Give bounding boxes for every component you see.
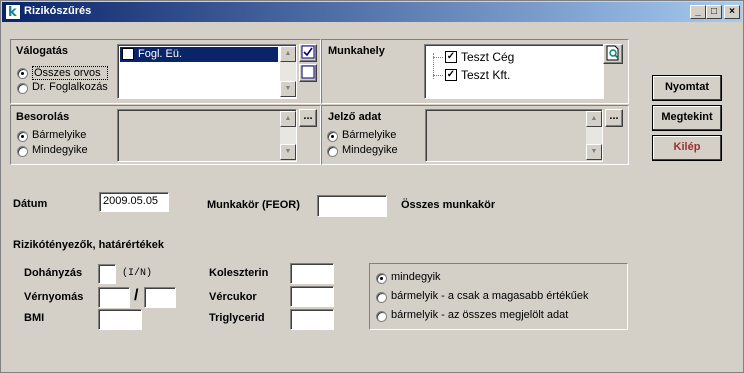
valogatas-title: Válogatás [16,45,68,57]
besorolas-browse-button[interactable]: ... [299,109,317,127]
radio-osszes-orvos[interactable] [17,68,28,79]
window-title: Rizikószűrés [24,5,92,17]
title-bar[interactable]: k Rizikószűrés _ □ × [2,2,742,22]
radio-barmelyik-osszes[interactable] [376,311,387,322]
valogatas-scrollbar[interactable]: ▲ ▼ [280,46,296,97]
list-item-selected[interactable]: ✓ Fogl. Eü. [120,47,278,62]
uncheck-all-icon [301,65,315,79]
munkahely-tree[interactable]: ✓ Teszt Cég ✓ Teszt Kft. [424,44,604,99]
checkbox-teszt-ceg-icon[interactable]: ✓ [445,51,457,63]
main-window: k Rizikószűrés _ □ × Válogatás Összes or… [0,0,744,373]
maximize-button[interactable]: □ [706,5,722,19]
vernyomas-separator: / [134,287,139,304]
jelzo-title: Jelző adat [328,111,382,123]
tree-line [433,75,443,76]
deselect-all-button[interactable] [299,64,317,82]
tree-item-teszt-ceg[interactable]: Teszt Cég [461,50,514,64]
radio-besorolas-barmelyike-label[interactable]: Bármelyike [32,129,86,141]
scroll-up-icon[interactable]: ▲ [280,46,296,62]
vernyomas-label: Vérnyomás [24,291,84,303]
search-button[interactable] [603,44,623,64]
ellipsis-icon: ... [609,110,619,122]
select-all-button[interactable] [299,44,317,62]
ellipsis-icon: ... [303,110,313,122]
radio-barmelyik-osszes-label[interactable]: bármelyik - az összes megjelölt adat [391,309,568,321]
dohanyzas-hint: (I/N) [122,268,153,279]
risk-title: Rizikótényezők, határértékek [13,239,165,251]
munkakor-label: Munkakör (FEOR) [207,199,300,211]
besorolas-panel: Besorolás Bármelyike Mindegyike ▲ ▼ ... [10,105,321,165]
exit-button[interactable]: Kilép [652,135,722,161]
scroll-down-icon[interactable]: ▼ [280,144,296,160]
search-document-icon [606,45,619,61]
scroll-up-icon[interactable]: ▲ [586,111,602,127]
minimize-icon: _ [695,6,701,17]
radio-jelzo-mindegyike[interactable] [327,146,338,157]
munkahely-title: Munkahely [328,45,385,57]
triglycerid-label: Triglycerid [209,312,265,324]
dohanyzas-input[interactable] [98,264,116,284]
close-button[interactable]: × [724,5,740,19]
scroll-down-icon[interactable]: ▼ [586,144,602,160]
radio-besorolas-mindegyike[interactable] [17,146,28,157]
jelzo-list[interactable]: ▲ ▼ [425,109,603,162]
filter-mode-group: mindegyik bármelyik - a csak a magasabb … [369,263,628,330]
besorolas-list[interactable]: ▲ ▼ [117,109,297,162]
dohanyzas-label: Dohányzás [24,267,83,279]
checkbox-checked-icon[interactable]: ✓ [122,48,134,60]
besorolas-scrollbar[interactable]: ▲ ▼ [280,111,296,160]
radio-jelzo-barmelyike-label[interactable]: Bármelyike [342,129,396,141]
radio-besorolas-barmelyike[interactable] [17,131,28,142]
datum-input[interactable]: 2009.05.05 [99,192,169,212]
list-item-label: Fogl. Eü. [138,48,183,60]
radio-dr-foglalkozas-label[interactable]: Dr. Foglalkozás [32,81,108,93]
munkakor-input[interactable] [317,195,387,217]
vercukor-input[interactable] [290,286,334,307]
vercukor-label: Vércukor [209,291,257,303]
vernyomas-diastolic-input[interactable] [144,287,176,308]
radio-jelzo-mindegyike-label[interactable]: Mindegyike [342,144,398,156]
tree-line [433,57,443,58]
print-button[interactable]: Nyomtat [652,75,722,101]
radio-mindegyik-label[interactable]: mindegyik [391,271,441,283]
jelzo-panel: Jelző adat Bármelyike Mindegyike ▲ ▼ ... [321,105,629,165]
triglycerid-input[interactable] [290,309,334,330]
munkahely-panel: Munkahely ✓ Teszt Cég ✓ Teszt Kft. [321,39,629,104]
koleszterin-input[interactable] [290,263,334,284]
jelzo-browse-button[interactable]: ... [605,109,623,127]
minimize-button[interactable]: _ [690,5,706,19]
bmi-label: BMI [24,312,45,324]
maximize-icon: □ [710,6,718,17]
radio-mindegyik[interactable] [376,273,387,284]
radio-dr-foglalkozas[interactable] [17,83,28,94]
scroll-up-icon[interactable]: ▲ [280,111,296,127]
vernyomas-systolic-input[interactable] [98,287,130,308]
datum-label: Dátum [13,198,48,210]
koleszterin-label: Koleszterin [209,267,269,279]
radio-osszes-orvos-label[interactable]: Összes orvos [32,66,108,80]
valogatas-panel: Válogatás Összes orvos Dr. Foglalkozás ✓… [10,39,321,104]
close-icon: × [729,6,735,17]
valogatas-list[interactable]: ✓ Fogl. Eü. ▲ ▼ [117,44,297,99]
jelzo-scrollbar[interactable]: ▲ ▼ [586,111,602,160]
besorolas-title: Besorolás [16,111,70,123]
radio-jelzo-barmelyike[interactable] [327,131,338,142]
munkakor-hint: Összes munkakör [401,199,496,211]
radio-barmelyik-magasabb-label[interactable]: bármelyik - a csak a magasabb értékűek [391,290,588,302]
tree-item-teszt-kft[interactable]: Teszt Kft. [461,68,510,82]
scroll-down-icon[interactable]: ▼ [280,81,296,97]
check-all-icon [301,45,315,59]
bmi-input[interactable] [98,309,142,330]
checkbox-teszt-kft-icon[interactable]: ✓ [445,69,457,81]
view-button[interactable]: Megtekint [652,105,722,131]
radio-barmelyik-magasabb[interactable] [376,292,387,303]
app-icon[interactable]: k [5,4,21,20]
radio-besorolas-mindegyike-label[interactable]: Mindegyike [32,144,88,156]
